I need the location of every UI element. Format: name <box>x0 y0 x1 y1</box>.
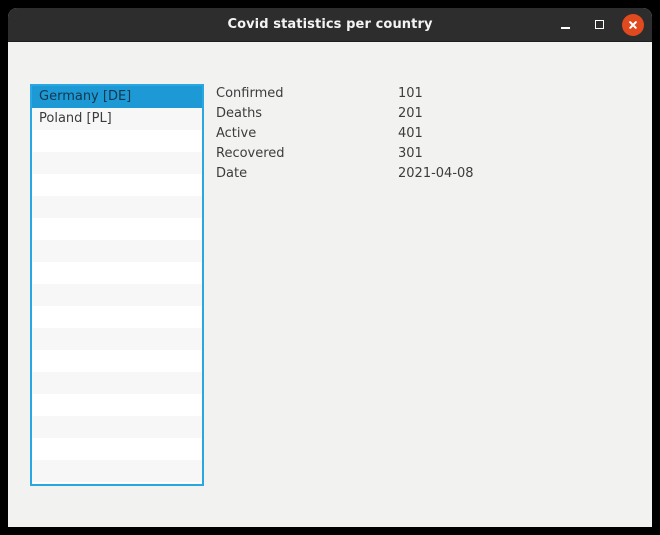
country-list-empty-row <box>32 306 202 328</box>
maximize-icon <box>594 20 604 29</box>
stat-value: 401 <box>398 126 423 141</box>
window-content: Germany [DE] Poland [PL] Confirmed 101 Deat… <box>8 43 652 527</box>
country-list-empty-row <box>32 218 202 240</box>
stat-label: Deaths <box>216 106 263 121</box>
country-list-empty-row <box>32 460 202 482</box>
country-list-empty-row <box>32 196 202 218</box>
stat-label: Active <box>216 126 257 141</box>
country-list-empty-row <box>32 394 202 416</box>
titlebar[interactable]: Covid statistics per country <box>8 8 652 42</box>
maximize-button[interactable] <box>588 14 610 36</box>
stat-value: 201 <box>398 106 423 121</box>
stat-label: Recovered <box>216 146 285 161</box>
stat-label: Date <box>216 166 248 181</box>
stat-value: 301 <box>398 146 423 161</box>
country-list-empty-row <box>32 240 202 262</box>
stat-row: Active 401 <box>216 124 636 144</box>
stat-row: Recovered 301 <box>216 144 636 164</box>
country-list-empty-row <box>32 350 202 372</box>
minimize-icon <box>560 26 570 29</box>
country-listbox[interactable]: Germany [DE] Poland [PL] <box>30 84 204 486</box>
country-list-empty-row <box>32 438 202 460</box>
stat-row: Date 2021-04-08 <box>216 164 636 184</box>
country-list-empty-row <box>32 372 202 394</box>
stat-value: 101 <box>398 86 423 101</box>
window-controls <box>554 8 644 41</box>
stat-value: 2021-04-08 <box>398 166 474 181</box>
close-button[interactable] <box>622 13 644 36</box>
close-icon <box>627 19 639 31</box>
stat-row: Deaths 201 <box>216 104 636 124</box>
country-list-empty-row <box>32 284 202 306</box>
country-list-empty-row <box>32 174 202 196</box>
stat-label: Confirmed <box>216 86 284 101</box>
country-list-empty-row <box>32 152 202 174</box>
app-window: Covid statistics per country Germany [DE… <box>8 8 652 527</box>
country-list-empty-row <box>32 416 202 438</box>
stat-row: Confirmed 101 <box>216 84 636 104</box>
country-list-item[interactable]: Germany [DE] <box>32 86 202 108</box>
window-title: Covid statistics per country <box>227 17 433 32</box>
country-list-empty-row <box>32 130 202 152</box>
country-list-empty-row <box>32 262 202 284</box>
stats-panel: Confirmed 101 Deaths 201 Active 401 Recovered 3… <box>216 84 636 184</box>
country-list-empty-row <box>32 328 202 350</box>
country-list-item[interactable]: Poland [PL] <box>32 108 202 130</box>
minimize-button[interactable] <box>554 14 576 36</box>
